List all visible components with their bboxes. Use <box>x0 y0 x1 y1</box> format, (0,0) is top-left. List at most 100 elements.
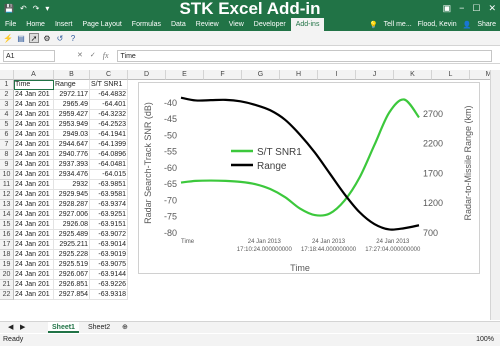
table-cell[interactable]: -63.9151 <box>90 220 128 230</box>
row-header[interactable]: 14 <box>0 210 14 220</box>
tab-page-layout[interactable]: Page Layout <box>77 18 126 31</box>
table-cell[interactable]: 24 Jan 201 <box>14 270 54 280</box>
cancel-icon[interactable]: ✕ <box>77 51 83 60</box>
column-header[interactable]: K <box>394 70 432 80</box>
table-cell[interactable]: 24 Jan 201 <box>14 170 54 180</box>
column-header[interactable]: G <box>242 70 280 80</box>
select-all-corner[interactable] <box>0 70 14 80</box>
name-box[interactable]: A1 <box>3 49 55 62</box>
table-cell[interactable]: 2926.851 <box>54 280 90 290</box>
table-cell[interactable]: -63.9072 <box>90 230 128 240</box>
tab-add-ins[interactable]: Add-ins <box>290 18 325 31</box>
column-header[interactable]: I <box>318 70 356 80</box>
tab-formulas[interactable]: Formulas <box>127 18 166 31</box>
table-cell[interactable]: 2927.854 <box>54 290 90 300</box>
table-cell[interactable]: -64.1399 <box>90 140 128 150</box>
table-cell[interactable]: 2927.006 <box>54 210 90 220</box>
row-header[interactable]: 19 <box>0 260 14 270</box>
tab-home[interactable]: Home <box>21 18 50 31</box>
help-icon[interactable]: ? <box>68 33 78 43</box>
column-header[interactable]: F <box>204 70 242 80</box>
table-cell[interactable]: 2934.476 <box>54 170 90 180</box>
table-cell[interactable]: 24 Jan 201 <box>14 130 54 140</box>
tab-file[interactable]: File <box>0 18 21 31</box>
table-cell[interactable]: 24 Jan 201 <box>14 200 54 210</box>
table-cell[interactable]: 2928.287 <box>54 200 90 210</box>
row-header[interactable]: 3 <box>0 100 14 110</box>
table-cell[interactable]: 24 Jan 201 <box>14 220 54 230</box>
table-cell[interactable]: 2926.067 <box>54 270 90 280</box>
table-cell[interactable]: -63.9851 <box>90 180 128 190</box>
table-cell[interactable]: -64.015 <box>90 170 128 180</box>
table-cell[interactable]: -64.401 <box>90 100 128 110</box>
column-header[interactable]: D <box>128 70 166 80</box>
table-cell[interactable]: 24 Jan 201 <box>14 90 54 100</box>
table-cell[interactable]: 2972.117 <box>54 90 90 100</box>
table-cell[interactable]: -63.9014 <box>90 240 128 250</box>
table-cell[interactable]: 24 Jan 201 <box>14 100 54 110</box>
tab-developer[interactable]: Developer <box>249 18 291 31</box>
sheet-icon[interactable]: ▤ <box>16 33 26 43</box>
minimize-button[interactable]: − <box>459 3 464 14</box>
column-header[interactable]: J <box>356 70 394 80</box>
table-cell[interactable]: 2925.519 <box>54 260 90 270</box>
row-header[interactable]: 6 <box>0 130 14 140</box>
formula-input[interactable]: Time <box>116 49 492 62</box>
table-cell[interactable]: 24 Jan 201 <box>14 190 54 200</box>
row-header[interactable]: 2 <box>0 90 14 100</box>
row-header[interactable]: 17 <box>0 240 14 250</box>
table-cell[interactable]: -64.4832 <box>90 90 128 100</box>
row-header[interactable]: 4 <box>0 110 14 120</box>
header-cell[interactable]: S/T SNR1 <box>90 80 128 90</box>
table-cell[interactable]: 2949.03 <box>54 130 90 140</box>
table-cell[interactable]: -63.9019 <box>90 250 128 260</box>
column-header[interactable]: H <box>280 70 318 80</box>
column-header[interactable]: E <box>166 70 204 80</box>
table-cell[interactable]: 24 Jan 201 <box>14 250 54 260</box>
row-header[interactable]: 8 <box>0 150 14 160</box>
column-header[interactable]: B <box>54 70 90 80</box>
table-cell[interactable]: -64.2523 <box>90 120 128 130</box>
row-header[interactable]: 18 <box>0 250 14 260</box>
row-header[interactable]: 1 <box>0 80 14 90</box>
table-cell[interactable]: 2929.945 <box>54 190 90 200</box>
sheet-tab-sheet2[interactable]: Sheet2 <box>84 322 114 333</box>
table-cell[interactable]: 2937.393 <box>54 160 90 170</box>
user-name[interactable]: Flood, Kevin <box>418 21 457 29</box>
gear-icon[interactable]: ⚙ <box>42 33 52 43</box>
refresh-icon[interactable]: ↺ <box>55 33 65 43</box>
new-sheet-icon[interactable]: ⊕ <box>118 322 132 333</box>
column-header[interactable]: A <box>14 70 54 80</box>
row-header[interactable]: 12 <box>0 190 14 200</box>
vertical-scrollbar[interactable] <box>490 70 500 320</box>
row-header[interactable]: 21 <box>0 280 14 290</box>
insert-function-icon[interactable]: fx <box>103 51 109 60</box>
row-header[interactable]: 9 <box>0 160 14 170</box>
table-cell[interactable]: 24 Jan 201 <box>14 140 54 150</box>
table-cell[interactable]: 24 Jan 201 <box>14 230 54 240</box>
row-header[interactable]: 15 <box>0 220 14 230</box>
tab-view[interactable]: View <box>224 18 249 31</box>
table-cell[interactable]: 24 Jan 201 <box>14 150 54 160</box>
column-header[interactable]: L <box>432 70 470 80</box>
sheet-tab-sheet1[interactable]: Sheet1 <box>48 322 79 333</box>
row-header[interactable]: 20 <box>0 270 14 280</box>
header-cell[interactable]: Range <box>54 80 90 90</box>
header-cell[interactable]: Time <box>14 80 54 90</box>
table-cell[interactable]: -63.9374 <box>90 200 128 210</box>
table-cell[interactable]: 24 Jan 201 <box>14 280 54 290</box>
share-button[interactable]: Share <box>477 21 496 29</box>
close-button[interactable]: ✕ <box>488 3 496 14</box>
row-header[interactable]: 11 <box>0 180 14 190</box>
enter-icon[interactable]: ✓ <box>90 51 96 60</box>
table-cell[interactable]: 24 Jan 201 <box>14 290 54 300</box>
column-header[interactable]: C <box>90 70 128 80</box>
table-cell[interactable]: -63.9075 <box>90 260 128 270</box>
tell-me-box[interactable]: Tell me... <box>384 21 412 29</box>
row-header[interactable]: 7 <box>0 140 14 150</box>
table-cell[interactable]: 24 Jan 201 <box>14 160 54 170</box>
zoom-level[interactable]: 100% <box>476 334 494 346</box>
table-cell[interactable]: -63.9581 <box>90 190 128 200</box>
table-cell[interactable]: -63.9318 <box>90 290 128 300</box>
maximize-button[interactable]: ☐ <box>472 3 480 14</box>
